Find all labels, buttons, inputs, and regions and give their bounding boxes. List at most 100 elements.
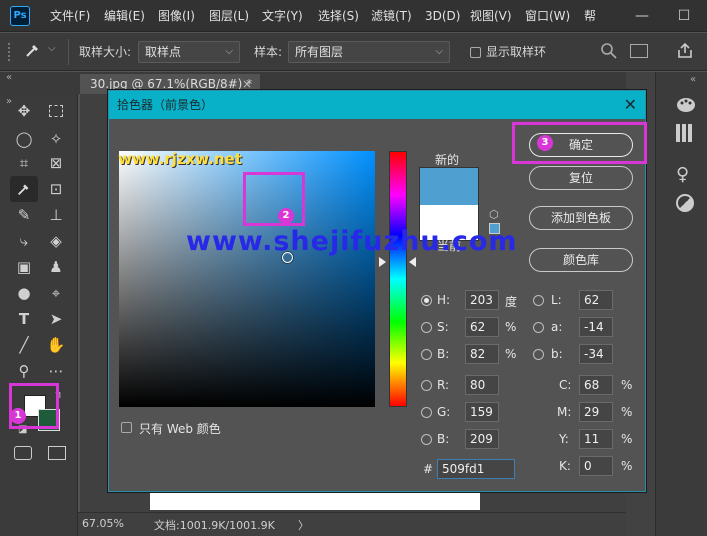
hue-unit: 度 [505,295,518,309]
sample-size-value: 取样点 [145,45,182,59]
line-tool-icon[interactable]: ╱ [10,332,38,358]
add-to-swatches-button[interactable]: 添加到色板 [529,206,633,230]
stamp-tool-icon[interactable]: ⊥ [42,202,70,228]
eyedropper-icon[interactable] [24,41,42,63]
adjustments-icon[interactable] [676,194,694,212]
hue-input[interactable]: 203 [465,290,499,310]
frame-tool-icon[interactable]: ⊠ [42,150,70,176]
dock-collapse-icon[interactable]: « [690,74,696,85]
maximize-button[interactable]: ☐ [664,0,704,32]
zoom-tool-icon[interactable]: ⚲ [10,358,38,384]
tool-preset-chevron-icon[interactable]: ⌵ [48,43,56,54]
minimize-button[interactable]: — [622,0,662,32]
screen-mode-icon[interactable] [48,446,66,460]
green-input[interactable]: 159 [465,402,499,422]
menu-edit[interactable]: 编辑(E) [104,0,145,32]
web-only-checkbox[interactable] [121,422,132,433]
yellow-unit: % [621,432,633,446]
magenta-input[interactable]: 29 [579,402,613,422]
saturation-radio[interactable] [421,322,432,333]
close-icon[interactable]: ✕ [624,91,637,119]
healing-brush-tool-icon[interactable]: ⊡ [42,176,70,202]
magic-wand-tool-icon[interactable]: ✧ [42,126,70,152]
blue-radio[interactable] [421,434,432,445]
saturation-label: S: [437,320,449,334]
eraser-tool-icon[interactable]: ◈ [42,228,70,254]
saturation-unit: % [505,320,517,334]
status-bar: 67.05% 文档:1001.9K/1001.9K 〉 [78,512,626,536]
red-radio[interactable] [421,380,432,391]
show-ring-checkbox[interactable] [470,47,481,58]
toolbar-collapse-icon[interactable]: » [6,96,12,107]
black-input[interactable]: 0 [579,456,613,476]
menu-3d[interactable]: 3D(D) [425,0,460,32]
blue-input[interactable]: 209 [465,429,499,449]
path-selection-tool-icon[interactable]: ➤ [42,306,70,332]
hue-slider-right-arrow-icon[interactable] [409,257,416,267]
share-icon[interactable] [676,42,694,63]
color-libraries-button[interactable]: 颜色库 [529,248,633,272]
crop-tool-icon[interactable]: ⌗ [10,150,38,176]
options-grip [8,43,12,61]
gradient-tool-icon[interactable]: ▣ [10,254,38,280]
type-tool-icon[interactable]: T [10,306,38,332]
lightness-radio[interactable] [533,295,544,306]
marquee-tool-icon[interactable] [42,98,70,124]
menu-window[interactable]: 窗口(W) [525,0,570,32]
watermark-shejifuzhu: www.shejifuzhu.com [186,226,518,257]
brightness-radio[interactable] [421,349,432,360]
hue-slider[interactable] [389,151,407,407]
status-menu-arrow-icon[interactable]: 〉 [298,517,309,533]
quick-mask-icon[interactable] [14,446,32,460]
sample-size-select[interactable]: 取样点 ⌵ [138,41,240,63]
hue-slider-left-arrow-icon[interactable] [379,257,386,267]
lasso-tool-icon[interactable]: ◯ [10,126,38,152]
menu-filter[interactable]: 滤镜(T) [371,0,412,32]
saturation-input[interactable]: 62 [465,317,499,337]
menu-select[interactable]: 选择(S) [318,0,359,32]
red-input[interactable]: 80 [465,375,499,395]
menu-layer[interactable]: 图层(L) [209,0,249,32]
menu-type[interactable]: 文字(Y) [262,0,303,32]
yellow-input[interactable]: 11 [579,429,613,449]
move-tool-icon[interactable]: ✥ [10,98,38,124]
a-channel-radio[interactable] [533,322,544,333]
menu-help[interactable]: 帮 [584,0,596,32]
sample-label: 样本: [254,45,283,59]
chevron-down-icon: ⌵ [225,46,233,57]
reset-button[interactable]: 复位 [529,166,633,190]
b-channel-radio[interactable] [533,349,544,360]
divider [68,39,69,65]
hand-tool-icon[interactable]: ✋ [42,332,70,358]
cyan-input[interactable]: 68 [579,375,613,395]
blur-tool-icon[interactable]: ♟ [42,254,70,280]
eyedropper-tool-icon[interactable] [10,176,38,202]
show-ring-label: 显示取样环 [486,45,547,59]
menu-image[interactable]: 图像(I) [158,0,195,32]
zoom-level[interactable]: 67.05% [82,517,124,530]
dodge-tool-icon[interactable]: ● [10,280,38,306]
dialog-title: 拾色器（前景色） [117,98,214,112]
collapse-panel-icon[interactable]: « [6,72,12,83]
green-radio[interactable] [421,407,432,418]
menu-file[interactable]: 文件(F) [50,0,90,32]
a-channel-input[interactable]: -14 [579,317,613,337]
search-icon[interactable] [600,42,618,63]
menu-view[interactable]: 视图(V) [470,0,512,32]
sample-select[interactable]: 所有图层 ⌵ [288,41,450,63]
b-channel-input[interactable]: -34 [579,344,613,364]
color-palette-icon[interactable] [676,96,696,117]
green-label: G: [437,405,451,419]
workspace-icon[interactable] [630,44,648,58]
more-tools-icon[interactable]: ⋯ [42,358,70,384]
learn-bulb-icon[interactable]: ♀ [676,164,689,185]
swatches-icon[interactable] [676,124,694,142]
brush-tool-icon[interactable]: ✎ [10,202,38,228]
lightness-input[interactable]: 62 [579,290,613,310]
hex-input[interactable]: 509fd1 [437,459,515,479]
pen-tool-icon[interactable]: ⌖ [42,280,70,306]
history-brush-tool-icon[interactable]: ⤷ [10,228,38,254]
brightness-input[interactable]: 82 [465,344,499,364]
hue-radio[interactable] [421,295,432,306]
out-of-gamut-cube-icon[interactable]: ⬡ [489,208,499,221]
